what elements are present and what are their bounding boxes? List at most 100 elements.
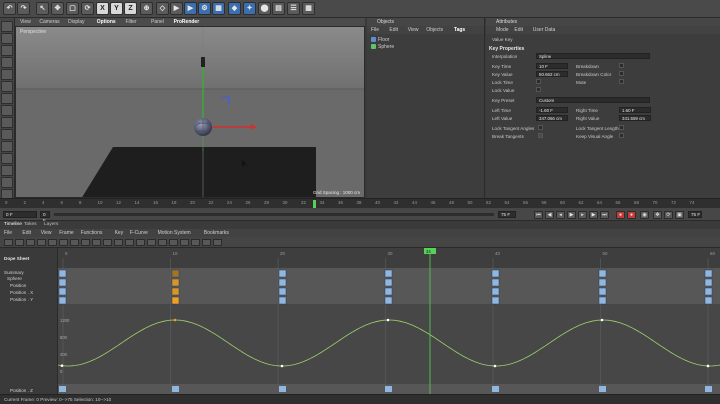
timeline-tool-button-7[interactable] bbox=[81, 239, 90, 246]
lock-tangent-angles-checkbox[interactable] bbox=[538, 125, 543, 130]
toolbar-button-5[interactable]: ⟳ bbox=[81, 2, 94, 15]
left-tool-button-11[interactable] bbox=[1, 153, 13, 164]
scale-key-button[interactable]: ▣ bbox=[675, 211, 684, 219]
fps-field[interactable]: 75 F bbox=[688, 211, 702, 218]
start-frame-field[interactable]: 0 F bbox=[40, 211, 50, 223]
left-tool-button-1[interactable] bbox=[1, 33, 13, 44]
goto-start-button[interactable]: ⏮ bbox=[534, 211, 543, 219]
timeline-menu-motion-system[interactable]: Motion System bbox=[158, 230, 191, 236]
dope-sheet-graph[interactable]: 0 10 20 30 40 50 60 1200 800 400 0 34 bbox=[58, 248, 720, 394]
right-value-field[interactable]: 341.559 cm bbox=[619, 115, 651, 121]
timeline-tool-button-6[interactable] bbox=[70, 239, 79, 246]
timeline-menu-functions[interactable]: Functions bbox=[81, 230, 103, 236]
toolbar-button-19[interactable]: ☰ bbox=[287, 2, 300, 15]
key-time-field[interactable]: 10 F bbox=[536, 63, 568, 69]
timeline-ruler[interactable]: 0 2 4 6 8 10 12 14 16 18 20 22 24 26 28 30 32 34 36 38 40 42 4… bbox=[0, 198, 720, 208]
left-tool-button-10[interactable] bbox=[1, 141, 13, 152]
timeline-tool-button-0[interactable] bbox=[4, 239, 13, 246]
right-time-field[interactable]: 1.60 F bbox=[619, 107, 651, 113]
object-row-sphere[interactable]: Sphere bbox=[371, 44, 394, 51]
toolbar-button-4[interactable]: ▢ bbox=[66, 2, 79, 15]
end-frame-field[interactable]: 75 F bbox=[498, 211, 516, 218]
next-key-button[interactable]: ▶ bbox=[589, 211, 598, 219]
toolbar-button-18[interactable]: ▤ bbox=[272, 2, 285, 15]
lock-tangent-lengths-checkbox[interactable] bbox=[619, 125, 624, 130]
timeline-tool-button-17[interactable] bbox=[191, 239, 200, 246]
record-button[interactable]: ● bbox=[616, 211, 625, 219]
attributes-menu-user-data[interactable]: User Data bbox=[533, 27, 556, 33]
objects-menu-edit[interactable]: Edit bbox=[389, 27, 398, 33]
pos-key-button[interactable]: ✥ bbox=[653, 211, 662, 219]
timeline-menu-edit[interactable]: Edit bbox=[22, 230, 31, 236]
timeline-tool-button-3[interactable] bbox=[37, 239, 46, 246]
left-tool-button-13[interactable] bbox=[1, 177, 13, 188]
interpolation-dropdown[interactable]: Spline bbox=[536, 53, 650, 59]
toolbar-button-2[interactable]: ↖ bbox=[36, 2, 49, 15]
toolbar-button-15[interactable]: ◆ bbox=[228, 2, 241, 15]
object-row-floor[interactable]: Floor bbox=[371, 37, 389, 44]
toolbar-button-1[interactable]: ↷ bbox=[17, 2, 30, 15]
timeline-menu-f-curve[interactable]: F-Curve bbox=[130, 230, 148, 236]
break-tangents-checkbox[interactable] bbox=[538, 133, 543, 138]
timeline-tool-button-9[interactable] bbox=[103, 239, 112, 246]
attributes-menu-mode[interactable]: Mode bbox=[496, 27, 509, 33]
lock-time-checkbox[interactable] bbox=[536, 79, 541, 84]
toolbar-button-16[interactable]: ✦ bbox=[243, 2, 256, 15]
timeline-tool-button-11[interactable] bbox=[125, 239, 134, 246]
mute-checkbox[interactable] bbox=[619, 79, 624, 84]
tab-takes[interactable]: Takes bbox=[24, 222, 37, 227]
left-tool-button-3[interactable] bbox=[1, 57, 13, 68]
key-value-field[interactable]: 50.662 cm bbox=[536, 71, 568, 77]
track-position-z[interactable]: Position . Z bbox=[10, 388, 33, 393]
left-tool-button-8[interactable] bbox=[1, 117, 13, 128]
timeline-tool-button-1[interactable] bbox=[15, 239, 24, 246]
objects-menu-tags[interactable]: Tags bbox=[454, 27, 465, 33]
track-summary[interactable]: Summary bbox=[4, 270, 24, 275]
toolbar-button-11[interactable]: ▶ bbox=[170, 2, 183, 15]
viewport-menu-view[interactable]: View bbox=[20, 19, 31, 25]
timeline-tool-button-2[interactable] bbox=[26, 239, 35, 246]
goto-end-button[interactable]: ⏭ bbox=[600, 211, 609, 219]
timeline-tool-button-8[interactable] bbox=[92, 239, 101, 246]
lock-value-checkbox[interactable] bbox=[536, 87, 541, 92]
playhead-marker[interactable] bbox=[313, 200, 316, 208]
timeline-tool-button-19[interactable] bbox=[213, 239, 222, 246]
toolbar-button-17[interactable]: ⬤ bbox=[258, 2, 271, 15]
toolbar-button-3[interactable]: ✥ bbox=[51, 2, 64, 15]
track-position-y[interactable]: Position . Y bbox=[10, 297, 33, 302]
viewport-menu-prorender[interactable]: ProRender bbox=[174, 19, 200, 25]
prev-key-button[interactable]: ◀ bbox=[545, 211, 554, 219]
left-tool-button-12[interactable] bbox=[1, 165, 13, 176]
toolbar-button-6[interactable]: X bbox=[96, 2, 109, 15]
viewport-menu-options[interactable]: Options bbox=[97, 19, 116, 25]
viewport-menu-panel[interactable]: Panel bbox=[151, 19, 164, 25]
key-preset-dropdown[interactable]: Custom bbox=[536, 97, 650, 103]
timeline-tool-button-12[interactable] bbox=[136, 239, 145, 246]
toolbar-button-14[interactable]: ▦ bbox=[212, 2, 225, 15]
left-tool-button-0[interactable] bbox=[1, 21, 13, 32]
timeline-menu-key[interactable]: Key bbox=[115, 230, 124, 236]
left-time-field[interactable]: -1.60 F bbox=[536, 107, 568, 113]
frame-range-slider[interactable] bbox=[54, 213, 494, 216]
left-tool-button-9[interactable] bbox=[1, 129, 13, 140]
toolbar-button-13[interactable]: ⚙ bbox=[198, 2, 211, 15]
track-position-x[interactable]: Position . X bbox=[10, 290, 33, 295]
toolbar-button-10[interactable]: ◇ bbox=[156, 2, 169, 15]
left-tool-button-2[interactable] bbox=[1, 45, 13, 56]
timeline-tool-button-13[interactable] bbox=[147, 239, 156, 246]
toolbar-button-8[interactable]: Z bbox=[124, 2, 137, 15]
prev-frame-button[interactable]: ◂ bbox=[556, 211, 565, 219]
autokey-button[interactable]: ● bbox=[627, 211, 636, 219]
track-sphere[interactable]: Sphere bbox=[7, 276, 22, 281]
viewport-perspective[interactable]: Perspective Grid Spacing : 1000 cm bbox=[15, 26, 365, 198]
left-value-field[interactable]: 347.066 cm bbox=[536, 115, 568, 121]
attributes-menu-edit[interactable]: Edit bbox=[514, 27, 523, 33]
timeline-tool-button-18[interactable] bbox=[202, 239, 211, 246]
timeline-tool-button-10[interactable] bbox=[114, 239, 123, 246]
objects-menu-file[interactable]: File bbox=[371, 27, 379, 33]
viewport-menu-cameras[interactable]: Cameras bbox=[39, 19, 59, 25]
timeline-tool-button-5[interactable] bbox=[59, 239, 68, 246]
keyframe-selection-button[interactable]: ◉ bbox=[640, 211, 649, 219]
toolbar-button-20[interactable]: ▦ bbox=[302, 2, 315, 15]
left-tool-button-7[interactable] bbox=[1, 105, 13, 116]
